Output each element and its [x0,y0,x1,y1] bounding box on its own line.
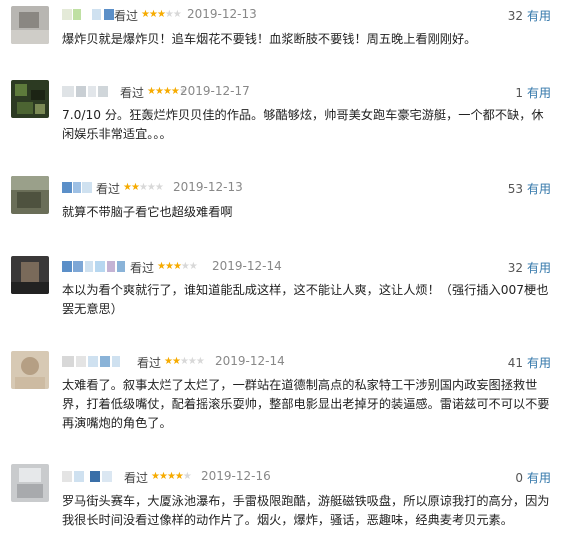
star-filled-icon: ★ [158,471,168,482]
useful-count: 1 [515,86,523,100]
useful-label[interactable]: 有用 [527,9,551,23]
star-filled-icon: ★ [170,86,180,97]
useful-label[interactable]: 有用 [527,471,551,485]
star-empty-icon: ★ [164,9,174,20]
star-empty-icon: ★ [187,356,197,367]
review-date: 2019-12-14 [215,354,285,368]
star-filled-icon: ★ [154,86,164,97]
useful-vote[interactable]: 32 有用 [508,259,551,276]
useful-vote[interactable]: 0 有用 [515,469,551,486]
star-filled-icon: ★ [174,471,184,482]
star-empty-icon: ★ [146,182,156,193]
review-content: 就算不带脑子看它也超级难看啊 [62,205,233,219]
useful-vote[interactable]: 32 有用 [508,7,551,24]
star-filled-icon: ★ [164,261,174,272]
useful-label[interactable]: 有用 [527,261,551,275]
review-date: 2019-12-13 [173,180,243,194]
star-empty-icon: ★ [195,356,205,367]
review-content: 太难看了。叙事太烂了太烂了，一群站在道德制高点的私家特工干涉别国内政妄图拯救世界… [62,378,550,430]
star-filled-icon: ★ [123,182,132,193]
star-filled-icon: ★ [141,9,150,20]
review-date: 2019-12-17 [180,84,250,98]
watched-label: 看过 [130,261,155,275]
star-filled-icon: ★ [147,86,156,97]
rating-stars: ★★★★★ [141,7,182,22]
useful-vote[interactable]: 41 有用 [508,354,551,371]
useful-vote[interactable]: 1 有用 [515,84,551,101]
avatar[interactable] [11,176,49,214]
rating-stars: ★★★★★ [123,180,164,195]
star-filled-icon: ★ [162,86,172,97]
useful-count: 41 [507,356,523,370]
review-date: 2019-12-14 [212,259,282,273]
star-filled-icon: ★ [164,356,173,367]
useful-count: 32 [507,261,523,275]
rating-stars: ★★★★★ [164,354,205,369]
star-filled-icon: ★ [157,261,166,272]
useful-label[interactable]: 有用 [527,86,551,100]
useful-count: 0 [515,471,523,485]
review-content: 本以为看个爽就行了，谁知道能乱成这样，这不能让人爽，这让人烦！（强行插入007梗… [62,283,549,316]
star-empty-icon: ★ [172,9,182,20]
star-filled-icon: ★ [156,9,166,20]
star-empty-icon: ★ [138,182,148,193]
avatar[interactable] [11,6,49,44]
useful-vote[interactable]: 53 有用 [508,180,551,197]
review-date: 2019-12-13 [187,7,257,21]
avatar[interactable] [11,464,49,502]
star-filled-icon: ★ [130,182,140,193]
star-empty-icon: ★ [179,356,189,367]
useful-count: 53 [507,182,523,196]
rating-stars: ★★★★★ [157,259,198,274]
useful-label[interactable]: 有用 [527,182,551,196]
star-empty-icon: ★ [154,182,164,193]
review-content: 爆炸贝就是爆炸贝！追车烟花不要钱！血浆断肢不要钱！周五晚上看刚刚好。 [62,32,477,46]
avatar[interactable] [11,351,49,389]
review-content: 7.0/10 分。狂轰烂炸贝贝佳的作品。够酷够炫，帅哥美女跑车豪宅游艇，一个都不… [62,108,544,141]
star-empty-icon: ★ [188,261,198,272]
watched-label: 看过 [137,356,162,370]
star-empty-icon: ★ [180,261,190,272]
watched-label: 看过 [96,182,121,196]
star-filled-icon: ★ [148,9,158,20]
rating-stars: ★★★★★ [151,469,192,484]
watched-label: 看过 [120,86,145,100]
star-filled-icon: ★ [172,261,182,272]
review-content: 罗马街头赛车，大厦泳池瀑布，手雷极限跑酷，游艇磁铁吸盘，所以原谅我打的高分，因为… [62,494,550,527]
star-filled-icon: ★ [171,356,181,367]
avatar[interactable] [11,256,49,294]
review-date: 2019-12-16 [201,469,271,483]
useful-label[interactable]: 有用 [527,356,551,370]
useful-count: 32 [507,9,523,23]
star-filled-icon: ★ [166,471,176,482]
star-empty-icon: ★ [182,471,192,482]
star-filled-icon: ★ [151,471,160,482]
watched-label: 看过 [124,471,149,485]
watched-label: 看过 [114,9,139,23]
avatar[interactable] [11,80,49,118]
